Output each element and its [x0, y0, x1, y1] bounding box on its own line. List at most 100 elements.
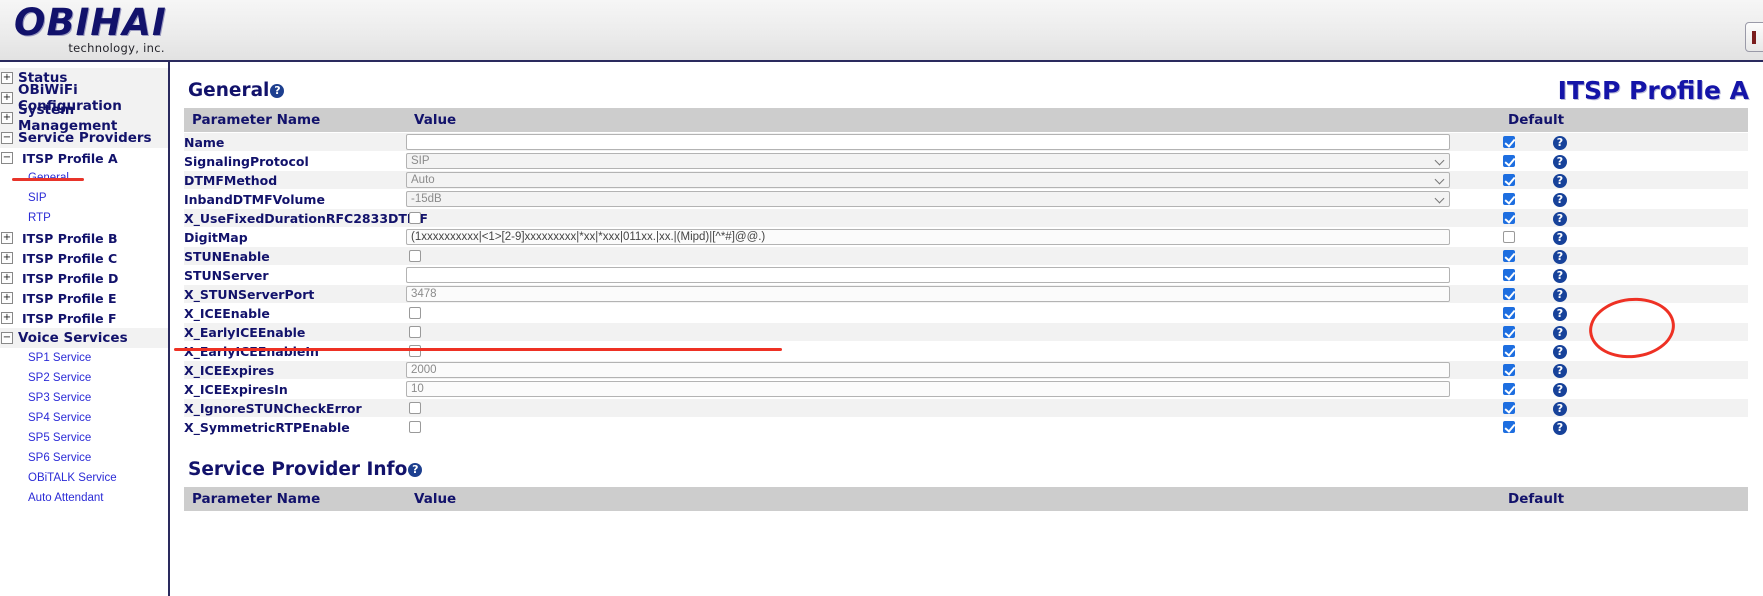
row-help-cell: ? — [1552, 227, 1748, 247]
spacer-cell — [1474, 341, 1500, 361]
help-icon-dtmfmethod[interactable]: ? — [1553, 174, 1567, 188]
brand-logo[interactable]: OBIHAI technology, inc. — [14, 4, 167, 55]
help-icon-x-earlyiceenablein[interactable]: ? — [1553, 345, 1567, 359]
expand-icon-itsp-profile-b[interactable]: + — [1, 232, 13, 244]
collapse-icon-itsp-profile-a[interactable]: − — [1, 152, 13, 164]
input-x-iceexpires[interactable]: 2000 — [406, 362, 1450, 378]
input-name[interactable] — [406, 134, 1450, 150]
default-checkbox-x-iceenable[interactable] — [1503, 306, 1515, 319]
default-checkbox-x-stunserverport[interactable] — [1503, 287, 1515, 300]
input-x-iceexpiresin[interactable]: 10 — [406, 381, 1450, 397]
help-icon-service-provider-info[interactable]: ? — [408, 462, 423, 477]
sidebar-item-itsp-profile-a[interactable]: − ITSP Profile A — [0, 148, 168, 168]
help-icon-x-stunserverport[interactable]: ? — [1553, 288, 1567, 302]
default-cell — [1500, 189, 1552, 209]
parameter-name-inbanddtmfvolume: InbandDTMFVolume — [184, 189, 406, 209]
top-right-button[interactable] — [1745, 22, 1763, 52]
checkbox-x-symmetricrtpenable[interactable] — [409, 420, 421, 433]
default-checkbox-x-symmetricrtpenable[interactable] — [1503, 420, 1515, 433]
top-right-button-glyph — [1752, 31, 1756, 44]
sidebar-item-sp2-service[interactable]: SP2 Service — [0, 368, 168, 388]
select-inbanddtmfvolume[interactable]: -15dB — [406, 191, 1450, 207]
default-checkbox-x-earlyiceenablein[interactable] — [1503, 344, 1515, 357]
help-icon-inbanddtmfvolume[interactable]: ? — [1553, 193, 1567, 207]
default-checkbox-digitmap[interactable] — [1503, 230, 1515, 243]
spacer-cell — [1474, 132, 1500, 152]
help-icon-name[interactable]: ? — [1553, 136, 1567, 150]
expand-icon-system-management[interactable]: + — [1, 112, 13, 124]
sidebar-item-sp1-service[interactable]: SP1 Service — [0, 348, 168, 368]
help-icon-x-usefixeddurationrfc2833dtmf[interactable]: ? — [1553, 212, 1567, 226]
select-signalingprotocol[interactable]: SIP — [406, 153, 1450, 169]
sidebar-item-sip[interactable]: SIP — [0, 188, 168, 208]
sidebar-item-label: ITSP Profile E — [22, 290, 117, 306]
sidebar-item-obitalk-service[interactable]: OBiTALK Service — [0, 468, 168, 488]
expand-icon-itsp-profile-d[interactable]: + — [1, 272, 13, 284]
help-icon-signalingprotocol[interactable]: ? — [1553, 155, 1567, 169]
spacer-cell — [1474, 398, 1500, 418]
sidebar-item-sp4-service[interactable]: SP4 Service — [0, 408, 168, 428]
help-icon-x-iceexpiresin[interactable]: ? — [1553, 383, 1567, 397]
default-cell — [1500, 170, 1552, 190]
collapse-icon-voice-services[interactable]: − — [1, 332, 13, 344]
default-checkbox-dtmfmethod[interactable] — [1503, 173, 1515, 186]
sidebar-item-itsp-profile-d[interactable]: + ITSP Profile D — [0, 268, 168, 288]
expand-icon-itsp-profile-c[interactable]: + — [1, 252, 13, 264]
sidebar-item-itsp-profile-e[interactable]: + ITSP Profile E — [0, 288, 168, 308]
spacer-cell — [1474, 151, 1500, 171]
default-checkbox-x-earlyiceenable[interactable] — [1503, 325, 1515, 338]
default-checkbox-stunenable[interactable] — [1503, 249, 1515, 262]
table-row: DTMFMethod Auto? — [184, 170, 1748, 190]
expand-icon-itsp-profile-f[interactable]: + — [1, 312, 13, 324]
sidebar-item-rtp[interactable]: RTP — [0, 208, 168, 228]
default-checkbox-stunserver[interactable] — [1503, 268, 1515, 281]
sidebar-item-auto-attendant[interactable]: Auto Attendant — [0, 488, 168, 508]
checkbox-x-usefixeddurationrfc2833dtmf[interactable] — [409, 211, 421, 224]
input-stunserver[interactable] — [406, 267, 1450, 283]
default-checkbox-x-iceexpiresin[interactable] — [1503, 382, 1515, 395]
default-checkbox-x-usefixeddurationrfc2833dtmf[interactable] — [1503, 211, 1515, 224]
sidebar-item-sp3-service[interactable]: SP3 Service — [0, 388, 168, 408]
help-icon-stunenable[interactable]: ? — [1553, 250, 1567, 264]
sidebar-item-itsp-profile-c[interactable]: + ITSP Profile C — [0, 248, 168, 268]
help-icon-x-iceexpires[interactable]: ? — [1553, 364, 1567, 378]
parameter-value-cell: 2000 — [406, 360, 1474, 380]
help-icon-x-symmetricrtpenable[interactable]: ? — [1553, 421, 1567, 435]
expand-icon-status[interactable]: + — [1, 72, 13, 84]
help-icon-x-earlyiceenable[interactable]: ? — [1553, 326, 1567, 340]
checkbox-x-ignorestuncheckerror[interactable] — [409, 401, 421, 414]
input-digitmap[interactable]: (1xxxxxxxxxx|<1>[2-9]xxxxxxxxx|*xx|*xxx|… — [406, 229, 1450, 245]
table-row: X_ICEExpires 2000? — [184, 360, 1748, 380]
help-icon-stunserver[interactable]: ? — [1553, 269, 1567, 283]
default-checkbox-signalingprotocol[interactable] — [1503, 154, 1515, 167]
sidebar-item-voice-services[interactable]: − Voice Services — [0, 328, 168, 348]
parameter-name-x-earlyiceenablein: X_EarlyICEEnableIn — [184, 341, 406, 361]
sidebar-item-itsp-profile-b[interactable]: + ITSP Profile B — [0, 228, 168, 248]
table-row: X_ICEExpiresIn 10? — [184, 379, 1748, 399]
default-checkbox-x-ignorestuncheckerror[interactable] — [1503, 401, 1515, 414]
help-icon-x-ignorestuncheckerror[interactable]: ? — [1553, 402, 1567, 416]
sidebar-item-itsp-profile-f[interactable]: + ITSP Profile F — [0, 308, 168, 328]
collapse-icon-service-providers[interactable]: − — [1, 132, 13, 144]
help-icon-x-iceenable[interactable]: ? — [1553, 307, 1567, 321]
checkbox-x-earlyiceenable[interactable] — [409, 325, 421, 338]
parameter-value-cell — [406, 132, 1474, 152]
default-checkbox-inbanddtmfvolume[interactable] — [1503, 192, 1515, 205]
input-x-stunserverport[interactable]: 3478 — [406, 286, 1450, 302]
help-icon-general[interactable]: ? — [270, 83, 285, 98]
column-header-default: Default — [1500, 108, 1564, 133]
checkbox-stunenable[interactable] — [409, 249, 421, 262]
select-dtmfmethod[interactable]: Auto — [406, 172, 1450, 188]
checkbox-x-iceenable[interactable] — [409, 306, 421, 319]
default-checkbox-x-iceexpires[interactable] — [1503, 363, 1515, 376]
default-cell — [1500, 265, 1552, 285]
sidebar-item-sp5-service[interactable]: SP5 Service — [0, 428, 168, 448]
table-header-row: Parameter Name Value Default — [184, 487, 1748, 512]
sidebar-item-sp6-service[interactable]: SP6 Service — [0, 448, 168, 468]
expand-icon-itsp-profile-e[interactable]: + — [1, 292, 13, 304]
sidebar-item-service-providers[interactable]: − Service Providers — [0, 128, 168, 148]
default-checkbox-name[interactable] — [1503, 135, 1515, 148]
expand-icon-obiwifi-configuration[interactable]: + — [1, 92, 13, 104]
sidebar-item-system-management[interactable]: + System Management — [0, 102, 168, 134]
help-icon-digitmap[interactable]: ? — [1553, 231, 1567, 245]
